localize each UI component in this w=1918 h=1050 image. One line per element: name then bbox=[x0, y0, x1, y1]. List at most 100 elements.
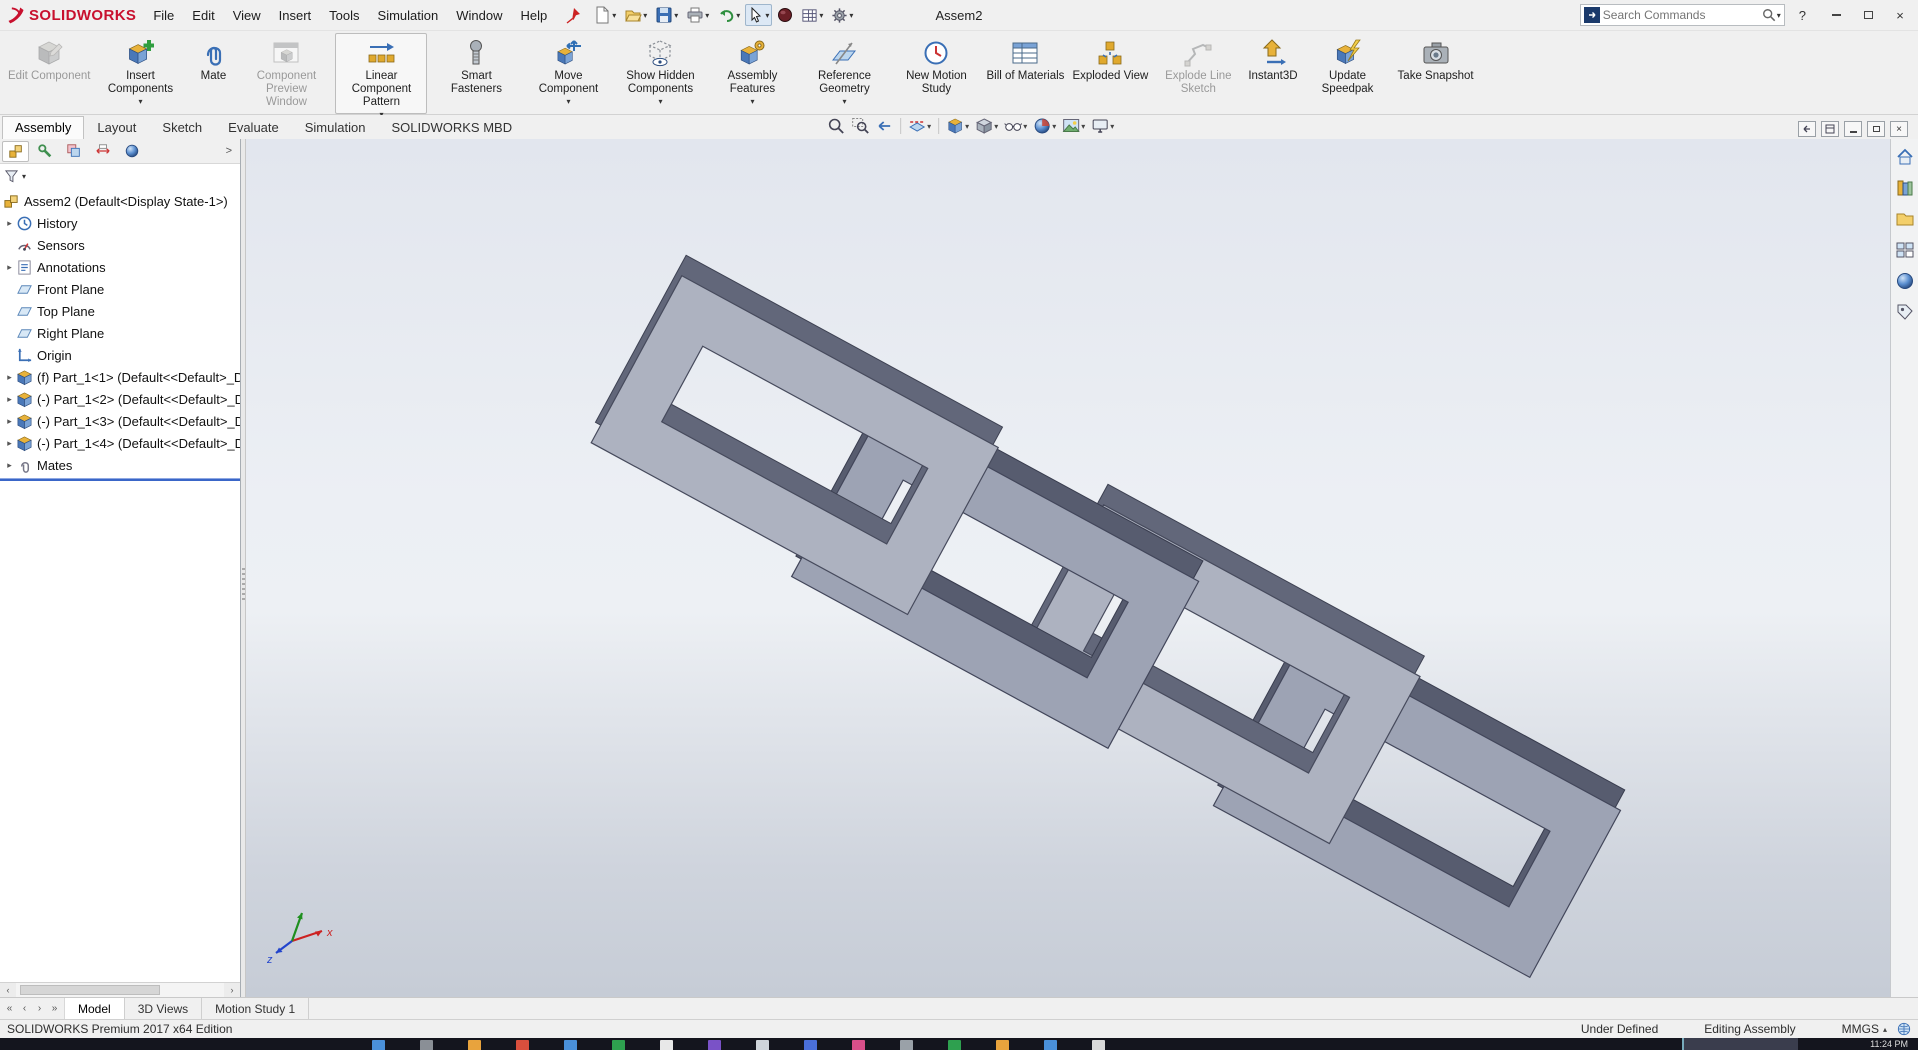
expand-arrow-icon[interactable]: ▸ bbox=[3, 394, 16, 405]
dropdown-caret-icon[interactable]: ▾ bbox=[849, 11, 853, 20]
dropdown-caret-icon[interactable]: ▾ bbox=[994, 122, 998, 131]
tree-item-front-plane[interactable]: Front Plane bbox=[0, 278, 240, 300]
options-button[interactable]: ▾ bbox=[828, 4, 856, 27]
ribbon-assembly-features-button[interactable]: Assembly Features ▾ bbox=[706, 33, 798, 114]
dropdown-caret-icon[interactable]: ▾ bbox=[765, 11, 769, 20]
dropdown-caret-icon[interactable]: ▾ bbox=[566, 97, 570, 106]
print-button[interactable]: ▾ bbox=[683, 3, 712, 27]
tree-item-sensors[interactable]: Sensors bbox=[0, 234, 240, 256]
previous-view-button[interactable] bbox=[872, 116, 896, 136]
tab-assembly[interactable]: Assembly bbox=[2, 116, 84, 139]
taskbar-app-icon[interactable] bbox=[1092, 1040, 1105, 1050]
dropdown-caret-icon[interactable]: ▾ bbox=[1777, 11, 1781, 20]
scrollbar-track[interactable] bbox=[16, 983, 224, 997]
taskbar-app-icon[interactable] bbox=[1044, 1040, 1057, 1050]
tab-displaymanager[interactable] bbox=[118, 141, 145, 162]
tab-solidworks-mbd[interactable]: SOLIDWORKS MBD bbox=[378, 116, 525, 139]
expand-arrow-icon[interactable]: ▸ bbox=[3, 438, 16, 449]
menu-view[interactable]: View bbox=[224, 1, 270, 30]
tree-item-top-plane[interactable]: Top Plane bbox=[0, 300, 240, 322]
tree-item-part1-4[interactable]: ▸ (-) Part_1<4> (Default<<Default>_D bbox=[0, 432, 240, 454]
taskbar-app-icon[interactable] bbox=[948, 1040, 961, 1050]
custom-properties-icon[interactable] bbox=[1895, 302, 1915, 322]
spreadsheet-button[interactable]: ▾ bbox=[798, 4, 826, 27]
edit-appearance-button[interactable]: ▾ bbox=[1030, 116, 1059, 136]
save-button[interactable]: ▾ bbox=[652, 3, 681, 27]
ribbon-mate-button[interactable]: Mate bbox=[186, 33, 240, 114]
tab-propertymanager[interactable] bbox=[31, 141, 58, 162]
ribbon-new-motion-study-button[interactable]: New Motion Study bbox=[890, 33, 982, 114]
minimize-button[interactable] bbox=[1820, 3, 1852, 27]
expand-arrow-icon[interactable]: ▸ bbox=[3, 218, 16, 229]
taskbar-app-icon[interactable] bbox=[612, 1040, 625, 1050]
dropdown-caret-icon[interactable]: ▾ bbox=[750, 97, 754, 106]
unit-system-selector[interactable]: MMGS ▴ bbox=[1842, 1022, 1887, 1036]
dropdown-caret-icon[interactable]: ▾ bbox=[643, 11, 647, 20]
tree-root-assembly[interactable]: Assem2 (Default<Display State-1>) bbox=[0, 190, 240, 212]
restore-button[interactable] bbox=[1852, 3, 1884, 27]
dropdown-caret-icon[interactable]: ▾ bbox=[1081, 122, 1085, 131]
tree-item-part1-3[interactable]: ▸ (-) Part_1<3> (Default<<Default>_D bbox=[0, 410, 240, 432]
open-button[interactable]: ▾ bbox=[621, 3, 650, 27]
search-scope-icon[interactable] bbox=[1584, 7, 1600, 23]
taskbar-app-icon[interactable] bbox=[468, 1040, 481, 1050]
undo-button[interactable]: ▾ bbox=[714, 3, 743, 27]
tab-3d-views[interactable]: 3D Views bbox=[125, 998, 202, 1019]
panel-tabs-overflow-chevron[interactable]: > bbox=[220, 145, 238, 157]
new-document-button[interactable]: ▾ bbox=[590, 3, 619, 27]
search-icon[interactable] bbox=[1762, 8, 1776, 22]
ribbon-show-hidden-button[interactable]: Show Hidden Components ▾ bbox=[614, 33, 706, 114]
ribbon-instant3d-button[interactable]: Instant3D bbox=[1244, 33, 1301, 114]
next-tab-button[interactable]: › bbox=[32, 1003, 47, 1014]
tab-evaluate[interactable]: Evaluate bbox=[215, 116, 292, 139]
dropdown-caret-icon[interactable]: ▾ bbox=[1023, 122, 1027, 131]
dropdown-caret-icon[interactable]: ▾ bbox=[965, 122, 969, 131]
ribbon-reference-geometry-button[interactable]: Reference Geometry ▾ bbox=[798, 33, 890, 114]
dropdown-caret-icon[interactable]: ▾ bbox=[658, 97, 662, 106]
dropdown-caret-icon[interactable]: ▾ bbox=[927, 122, 931, 131]
tree-item-mates[interactable]: ▸ Mates bbox=[0, 454, 240, 476]
scroll-right-button[interactable]: › bbox=[224, 983, 240, 997]
dropdown-caret-icon[interactable]: ▾ bbox=[736, 11, 740, 20]
taskbar-app-icon[interactable] bbox=[852, 1040, 865, 1050]
tile-left-button[interactable] bbox=[1798, 121, 1816, 137]
tree-item-right-plane[interactable]: Right Plane bbox=[0, 322, 240, 344]
ribbon-linear-pattern-button[interactable]: Linear Component Pattern ▾ bbox=[335, 33, 427, 114]
tab-dimxpertmanager[interactable] bbox=[89, 141, 116, 162]
scroll-left-button[interactable]: ‹ bbox=[0, 983, 16, 997]
dropdown-caret-icon[interactable]: ▾ bbox=[674, 11, 678, 20]
tab-featuremanager-tree[interactable] bbox=[2, 141, 29, 162]
graphics-viewport[interactable]: x z bbox=[246, 139, 1890, 997]
rollback-bar[interactable] bbox=[0, 478, 240, 481]
menu-window[interactable]: Window bbox=[447, 1, 511, 30]
taskbar-app-icon[interactable] bbox=[708, 1040, 721, 1050]
taskbar-app-icon[interactable] bbox=[564, 1040, 577, 1050]
tile-right-button[interactable] bbox=[1821, 121, 1839, 137]
ribbon-move-component-button[interactable]: Move Component ▾ bbox=[522, 33, 614, 114]
dropdown-caret-icon[interactable]: ▾ bbox=[1052, 122, 1056, 131]
menu-file[interactable]: File bbox=[144, 1, 183, 30]
tree-item-origin[interactable]: Origin bbox=[0, 344, 240, 366]
doc-close-button[interactable]: × bbox=[1890, 121, 1908, 137]
expand-arrow-icon[interactable]: ▸ bbox=[3, 372, 16, 383]
file-explorer-icon[interactable] bbox=[1895, 209, 1915, 229]
taskbar-app-icon[interactable] bbox=[660, 1040, 673, 1050]
tab-model[interactable]: Model bbox=[65, 998, 125, 1019]
help-button[interactable]: ? bbox=[1791, 4, 1814, 27]
filter-funnel-icon[interactable] bbox=[4, 169, 19, 184]
display-style-button[interactable]: ▾ bbox=[972, 116, 1001, 136]
ribbon-bill-of-materials-button[interactable]: Bill of Materials bbox=[982, 33, 1068, 114]
taskbar-app-icon[interactable] bbox=[372, 1040, 385, 1050]
taskbar-app-icon[interactable] bbox=[900, 1040, 913, 1050]
tree-item-part1-2[interactable]: ▸ (-) Part_1<2> (Default<<Default>_D bbox=[0, 388, 240, 410]
ribbon-exploded-view-button[interactable]: Exploded View bbox=[1068, 33, 1152, 114]
doc-restore-button[interactable] bbox=[1867, 121, 1885, 137]
scrollbar-thumb[interactable] bbox=[20, 985, 160, 995]
tab-configurationmanager[interactable] bbox=[60, 141, 87, 162]
menu-edit[interactable]: Edit bbox=[183, 1, 223, 30]
taskbar-app-icon[interactable] bbox=[756, 1040, 769, 1050]
taskbar-clock[interactable]: 11:24 PM bbox=[1870, 1039, 1908, 1049]
expand-arrow-icon[interactable]: ▸ bbox=[3, 416, 16, 427]
solidworks-resources-icon[interactable] bbox=[1895, 147, 1915, 167]
globe-icon[interactable] bbox=[1897, 1022, 1911, 1036]
